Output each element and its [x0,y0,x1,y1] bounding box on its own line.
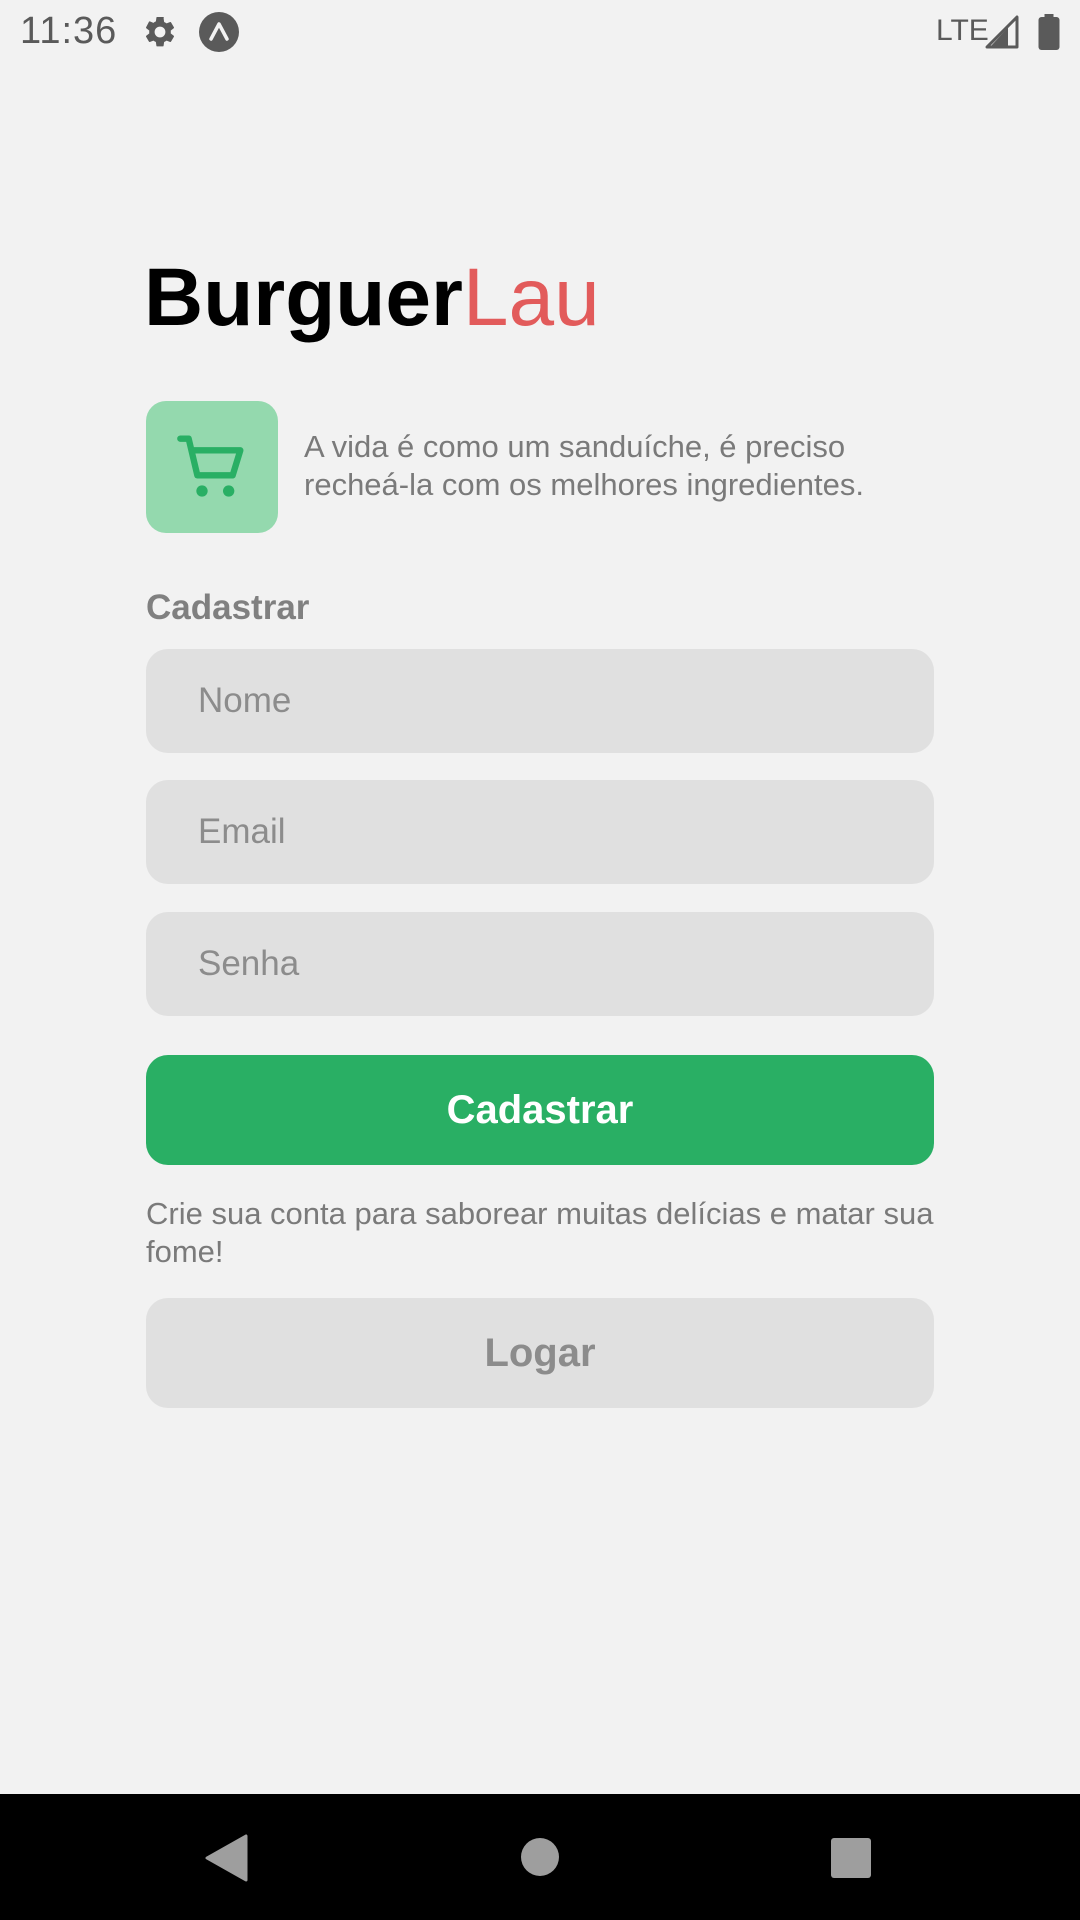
register-button-label: Cadastrar [446,1087,634,1132]
gear-icon [145,16,175,47]
home-icon[interactable] [521,1838,559,1876]
network-type: LTE [936,14,989,47]
app-title-primary: Burguer [144,252,463,343]
status-time: 11:36 [20,10,118,52]
back-icon[interactable] [204,1834,248,1882]
login-button[interactable]: Logar [146,1298,934,1408]
system-nav-bar [0,1794,1080,1920]
form-section-label: Cadastrar [146,588,310,627]
status-bar: 11:36 LTE [0,0,1080,64]
app-title: BurguerLau [144,250,600,346]
shopping-cart-icon [177,435,244,497]
helper-text: Crie sua conta para saborear muitas delí… [146,1196,934,1269]
register-button[interactable]: Cadastrar [146,1055,934,1165]
password-input[interactable] [146,912,934,1016]
recents-icon[interactable] [831,1838,871,1878]
register-screen: 11:36 LTE BurguerLau A vida é como um sa… [0,0,1080,1920]
hero-tagline: A vida é como um sanduíche, é preciso re… [304,429,864,502]
signal-icon [985,15,1019,49]
battery-icon [1038,14,1060,50]
login-button-label: Logar [484,1330,596,1375]
name-input[interactable] [146,649,934,753]
expo-icon [199,12,239,52]
app-title-accent: Lau [462,252,600,343]
hero-icon-box [146,401,278,533]
email-input[interactable] [146,780,934,884]
